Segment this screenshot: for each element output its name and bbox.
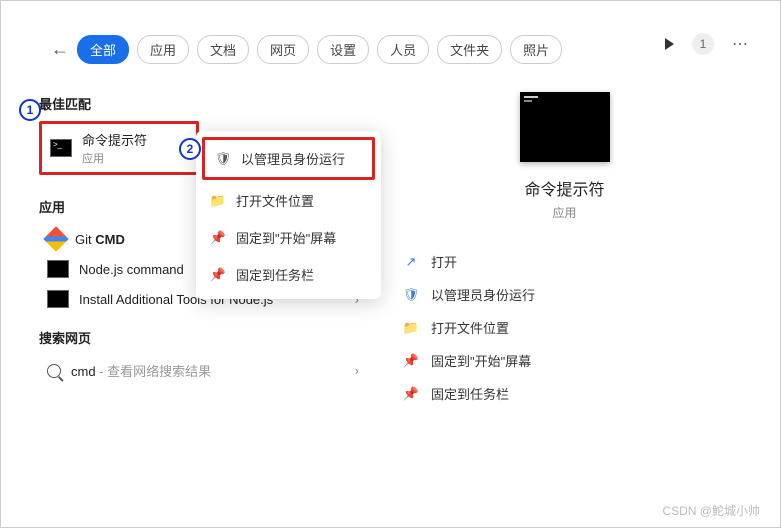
cmd-icon: [50, 139, 72, 157]
annotation-2: 2: [179, 138, 201, 160]
back-arrow[interactable]: ←: [51, 39, 69, 60]
result-subtype: 应用: [82, 150, 147, 166]
play-icon[interactable]: [665, 38, 674, 50]
tab-all[interactable]: 全部: [77, 35, 129, 64]
ctx-label: 打开文件位置: [236, 191, 314, 210]
best-match-highlight: 命令提示符 应用: [39, 121, 199, 175]
ctx-label: 固定到"开始"屏幕: [236, 228, 336, 247]
shield-icon: 🛡: [403, 287, 419, 303]
result-cmd-prompt[interactable]: 命令提示符 应用: [48, 128, 190, 168]
action-open[interactable]: ↗ 打开: [399, 245, 730, 278]
context-admin-highlight: 🛡 以管理员身份运行: [202, 137, 375, 180]
action-label: 固定到"开始"屏幕: [431, 351, 531, 370]
preview-subtype: 应用: [399, 204, 730, 221]
action-open-location[interactable]: 📁 打开文件位置: [399, 311, 730, 344]
tab-photos[interactable]: 照片: [510, 35, 562, 64]
count-badge[interactable]: 1: [692, 33, 714, 55]
pin-icon: 📌: [210, 230, 226, 246]
tab-people[interactable]: 人员: [377, 35, 429, 64]
action-label: 打开文件位置: [431, 318, 509, 337]
action-label: 以管理员身份运行: [431, 285, 535, 304]
pin-icon: 📌: [403, 353, 419, 369]
pin-icon: 📌: [403, 386, 419, 402]
folder-icon: 📁: [403, 320, 419, 336]
tab-settings[interactable]: 设置: [317, 35, 369, 64]
result-title: Node.js command: [79, 262, 184, 277]
tab-web[interactable]: 网页: [257, 35, 309, 64]
annotation-1: 1: [19, 99, 41, 121]
open-icon: ↗: [403, 254, 419, 270]
ctx-open-location[interactable]: 📁 打开文件位置: [200, 182, 377, 219]
result-title: 命令提示符: [82, 133, 147, 148]
preview-app-icon: [520, 92, 610, 162]
terminal-icon: [47, 290, 69, 308]
chevron-right-icon: ›: [355, 363, 359, 378]
ctx-run-admin[interactable]: 🛡 以管理员身份运行: [205, 140, 372, 177]
action-label: 打开: [431, 252, 457, 271]
result-web-cmd[interactable]: cmd - 查看网络搜索结果 ›: [39, 355, 369, 386]
action-run-admin[interactable]: 🛡 以管理员身份运行: [399, 278, 730, 311]
tab-folders[interactable]: 文件夹: [437, 35, 502, 64]
terminal-icon: [47, 260, 69, 278]
result-title: cmd - 查看网络搜索结果: [71, 361, 211, 380]
search-icon: [47, 364, 61, 378]
action-pin-start[interactable]: 📌 固定到"开始"屏幕: [399, 344, 730, 377]
tab-apps[interactable]: 应用: [137, 35, 189, 64]
preview-title: 命令提示符: [399, 176, 730, 200]
tab-docs[interactable]: 文档: [197, 35, 249, 64]
ctx-pin-taskbar[interactable]: 📌 固定到任务栏: [200, 256, 377, 293]
shield-icon: 🛡: [215, 151, 231, 167]
ctx-pin-start[interactable]: 📌 固定到"开始"屏幕: [200, 219, 377, 256]
ctx-label: 以管理员身份运行: [241, 149, 345, 168]
action-pin-taskbar[interactable]: 📌 固定到任务栏: [399, 377, 730, 410]
git-icon: [43, 226, 68, 251]
watermark: CSDN @鮀城小帅: [662, 502, 760, 519]
section-best-match: 最佳匹配: [39, 94, 369, 113]
ctx-label: 固定到任务栏: [236, 265, 314, 284]
folder-icon: 📁: [210, 193, 226, 209]
section-web: 搜索网页: [39, 328, 369, 347]
result-title: Git CMD: [75, 232, 125, 247]
more-icon[interactable]: ⋯: [732, 34, 750, 54]
action-label: 固定到任务栏: [431, 384, 509, 403]
context-menu: 🛡 以管理员身份运行 📁 打开文件位置 📌 固定到"开始"屏幕 📌 固定到任务栏: [196, 131, 381, 299]
pin-icon: 📌: [210, 267, 226, 283]
preview-actions: ↗ 打开 🛡 以管理员身份运行 📁 打开文件位置 📌 固定到"开始"屏幕 📌 固…: [399, 245, 730, 410]
